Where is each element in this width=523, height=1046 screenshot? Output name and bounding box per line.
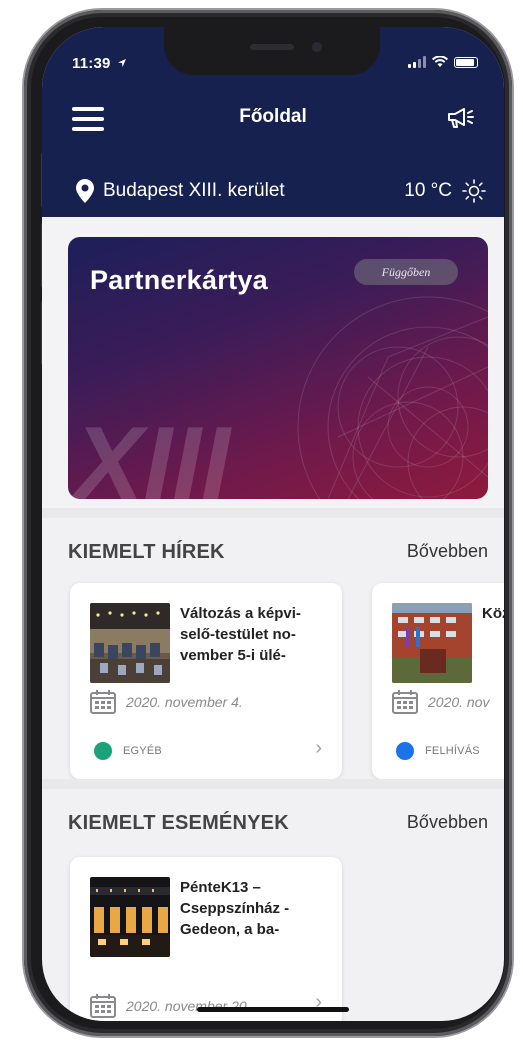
event-date: 2020. november 20. bbox=[90, 994, 251, 1018]
weather-widget: 10 °C bbox=[404, 179, 486, 203]
event-card[interactable]: PénteK13 – Cseppszínház - Gedeon, a ba- … bbox=[70, 857, 342, 1021]
news-category: FELHÍVÁS bbox=[396, 742, 480, 760]
header-bar: 11:39 Főoldal Budapest XIII. kerület 10 … bbox=[42, 27, 504, 217]
news-more-link[interactable]: Bővebben bbox=[407, 541, 488, 562]
wifi-icon bbox=[432, 56, 448, 67]
temperature: 10 °C bbox=[404, 180, 452, 201]
event-title: PénteK13 – Cseppszínház - Gedeon, a ba- bbox=[180, 879, 290, 938]
location-name: Budapest XIII. kerület bbox=[103, 180, 285, 201]
category-dot bbox=[94, 742, 112, 760]
events-more-link[interactable]: Bővebben bbox=[407, 812, 488, 833]
megaphone-icon[interactable] bbox=[446, 105, 476, 131]
location-selector[interactable]: Budapest XIII. kerület bbox=[76, 179, 285, 203]
news-thumbnail bbox=[90, 603, 170, 683]
news-card[interactable]: Változás a képvi-selő-testület no-vember… bbox=[70, 583, 342, 779]
events-section-heading: KIEMELT ESEMÉNYEK bbox=[68, 812, 289, 834]
news-title: Köz dec bbox=[482, 605, 504, 622]
phone-notch bbox=[164, 27, 380, 75]
home-indicator[interactable] bbox=[197, 1007, 349, 1012]
chevron-right-icon: › bbox=[315, 737, 322, 759]
news-section-heading: KIEMELT HÍREK bbox=[68, 541, 225, 563]
location-pin-icon bbox=[76, 179, 94, 203]
section-divider bbox=[42, 508, 504, 518]
calendar-icon bbox=[392, 690, 418, 714]
category-dot bbox=[396, 742, 414, 760]
news-title: Változás a képvi-selő-testület no-vember… bbox=[180, 605, 301, 664]
cellular-signal-icon bbox=[408, 56, 426, 68]
section-divider bbox=[42, 779, 504, 789]
news-category: EGYÉB bbox=[94, 742, 162, 760]
status-badge: Függőben bbox=[354, 259, 458, 285]
status-indicators bbox=[408, 56, 478, 68]
page-title: Főoldal bbox=[239, 106, 307, 127]
battery-icon bbox=[454, 56, 478, 68]
location-arrow-icon bbox=[117, 59, 126, 67]
card-title: Partnerkártya bbox=[90, 265, 269, 295]
calendar-icon bbox=[90, 690, 116, 714]
event-thumbnail bbox=[90, 877, 170, 957]
news-date: 2020. nov bbox=[392, 690, 490, 714]
sun-icon bbox=[462, 179, 486, 203]
news-thumbnail bbox=[392, 603, 472, 683]
app-screen: 11:39 Főoldal Budapest XIII. kerület 10 … bbox=[42, 27, 504, 1021]
news-date: 2020. november 4. bbox=[90, 690, 243, 714]
news-card[interactable]: Köz dec 2020. nov FELHÍVÁS bbox=[372, 583, 504, 779]
card-emblem: XIII bbox=[69, 406, 232, 499]
status-time: 11:39 bbox=[72, 55, 127, 72]
calendar-icon bbox=[90, 994, 116, 1018]
partner-card[interactable]: XIII Partnerkártya Függőben bbox=[68, 237, 488, 499]
